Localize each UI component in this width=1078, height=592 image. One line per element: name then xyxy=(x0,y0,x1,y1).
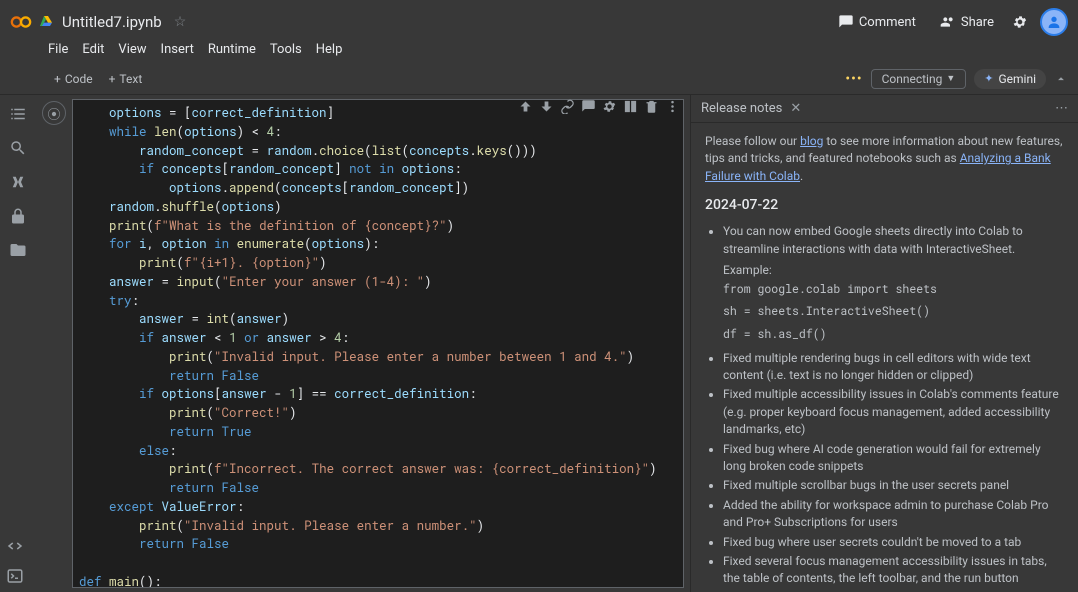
list-item: Added the ability for workspace admin to… xyxy=(723,497,1064,532)
user-avatar[interactable] xyxy=(1040,8,1068,36)
move-up-icon[interactable] xyxy=(518,99,533,114)
menu-edit[interactable]: Edit xyxy=(82,42,104,57)
main: ⦿ options = [correct_definition] while l… xyxy=(0,95,1078,592)
list-item: You can now embed Google sheets directly… xyxy=(723,223,1064,343)
bottom-rail xyxy=(6,537,24,585)
release-list: You can now embed Google sheets directly… xyxy=(705,223,1064,592)
panel-body[interactable]: Please follow our blog to see more infor… xyxy=(691,123,1078,592)
menu-view[interactable]: View xyxy=(118,42,146,57)
logo-group: Untitled7.ipynb ☆ xyxy=(10,11,186,33)
menu-runtime[interactable]: Runtime xyxy=(208,42,256,57)
comment-label: Comment xyxy=(859,15,916,30)
menubar: File Edit View Insert Runtime Tools Help xyxy=(0,40,1078,63)
menu-help[interactable]: Help xyxy=(316,42,343,57)
share-icon xyxy=(940,14,956,30)
variables-icon[interactable] xyxy=(9,173,27,191)
search-icon[interactable] xyxy=(9,139,27,157)
panel-title: Release notes xyxy=(701,101,782,116)
link-icon[interactable] xyxy=(560,99,575,114)
add-code-button[interactable]: + Code xyxy=(46,70,101,88)
menu-insert[interactable]: Insert xyxy=(161,42,194,57)
panel-more-icon[interactable]: ⋯ xyxy=(1055,101,1068,116)
menu-file[interactable]: File xyxy=(48,42,68,57)
avatar-icon xyxy=(1046,14,1062,30)
run-cell-button[interactable]: ⦿ xyxy=(42,101,66,125)
connect-button[interactable]: Connecting ▼ xyxy=(871,69,967,89)
release-date: 2024-07-22 xyxy=(705,195,1064,215)
terminal-icon[interactable] xyxy=(6,567,24,585)
cell-settings-icon[interactable] xyxy=(602,99,617,114)
list-item: Fixed several focus management accessibi… xyxy=(723,553,1064,588)
sparkle-icon: ✦ xyxy=(984,72,993,85)
gemini-button[interactable]: ✦Gemini xyxy=(974,69,1046,89)
collapse-icon[interactable] xyxy=(1054,72,1068,86)
delete-cell-icon[interactable] xyxy=(644,99,659,114)
drive-logo-icon xyxy=(38,14,54,30)
list-item: Fixed bug where AI code generation would… xyxy=(723,441,1064,476)
blog-link[interactable]: blog xyxy=(800,134,823,148)
list-item: Fixed bug where user secrets couldn't be… xyxy=(723,534,1064,551)
kernel-status-icon: ••• xyxy=(845,71,862,87)
code-snippets-icon[interactable] xyxy=(6,537,24,555)
left-rail xyxy=(0,95,36,592)
secrets-icon[interactable] xyxy=(9,207,27,225)
star-icon[interactable]: ☆ xyxy=(174,14,187,30)
move-down-icon[interactable] xyxy=(539,99,554,114)
colab-logo-icon xyxy=(10,11,32,33)
comment-icon xyxy=(838,14,854,30)
header: Untitled7.ipynb ☆ Comment Share xyxy=(0,0,1078,40)
code-editor[interactable]: options = [correct_definition] while len… xyxy=(72,99,684,588)
comment-button[interactable]: Comment xyxy=(832,10,922,34)
list-item: Fixed multiple rendering bugs in cell ed… xyxy=(723,350,1064,385)
share-button[interactable]: Share xyxy=(934,10,1000,34)
toc-icon[interactable] xyxy=(9,105,27,123)
release-notes-panel: Release notes ✕ ⋯ Please follow our blog… xyxy=(690,95,1078,592)
comment-cell-icon[interactable] xyxy=(581,99,596,114)
list-item: Fixed multiple scrollbar bugs in the use… xyxy=(723,477,1064,494)
files-icon[interactable] xyxy=(9,241,27,259)
panel-header: Release notes ✕ ⋯ xyxy=(691,95,1078,123)
mirror-icon[interactable] xyxy=(623,99,638,114)
add-text-button[interactable]: + Text xyxy=(101,70,151,88)
editor-pane: ⦿ options = [correct_definition] while l… xyxy=(36,95,690,592)
toolbar: + Code + Text ••• Connecting ▼ ✦Gemini xyxy=(0,63,1078,95)
notebook-title[interactable]: Untitled7.ipynb xyxy=(62,13,162,31)
menu-tools[interactable]: Tools xyxy=(270,42,302,57)
close-panel-icon[interactable]: ✕ xyxy=(790,101,801,116)
cell-toolbar xyxy=(518,99,680,114)
more-cell-icon[interactable] xyxy=(665,99,680,114)
list-item: Fixed multiple accessibility issues in C… xyxy=(723,386,1064,438)
settings-icon[interactable] xyxy=(1012,14,1028,30)
share-label: Share xyxy=(961,15,994,30)
